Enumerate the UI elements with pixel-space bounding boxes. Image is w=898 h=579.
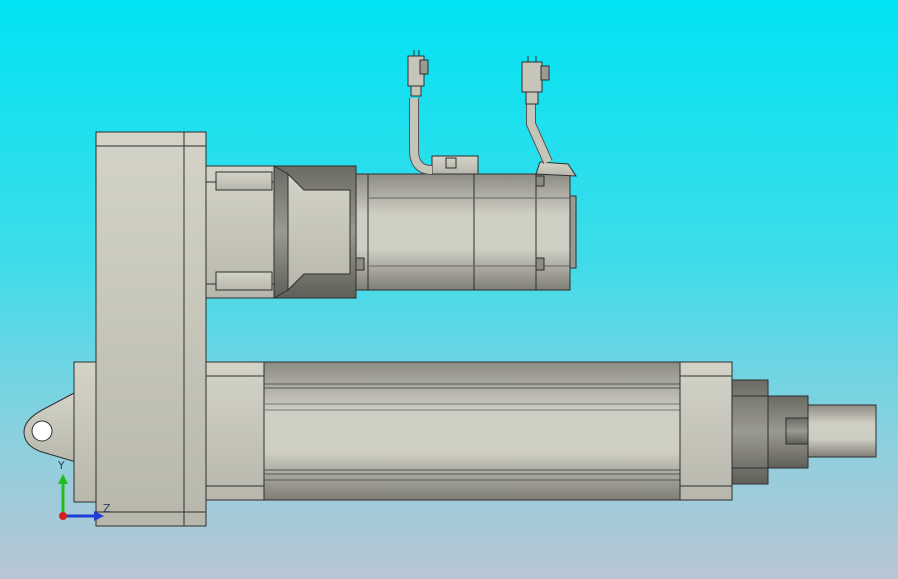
cad-viewport[interactable]: Y Z xyxy=(0,0,898,579)
motor-connector-boxes xyxy=(431,155,577,177)
actuator-tube xyxy=(205,361,733,501)
servo-motor xyxy=(355,173,577,291)
motor-flange xyxy=(205,165,357,299)
encoder-cable xyxy=(521,56,553,165)
triad-origin xyxy=(59,512,67,520)
triad-z-label: Z xyxy=(103,502,111,515)
power-cable xyxy=(407,50,433,175)
actuator-model[interactable] xyxy=(0,0,898,579)
piston-rod-end xyxy=(731,379,877,485)
drive-housing xyxy=(95,131,207,527)
triad-y-label: Y xyxy=(58,459,65,472)
